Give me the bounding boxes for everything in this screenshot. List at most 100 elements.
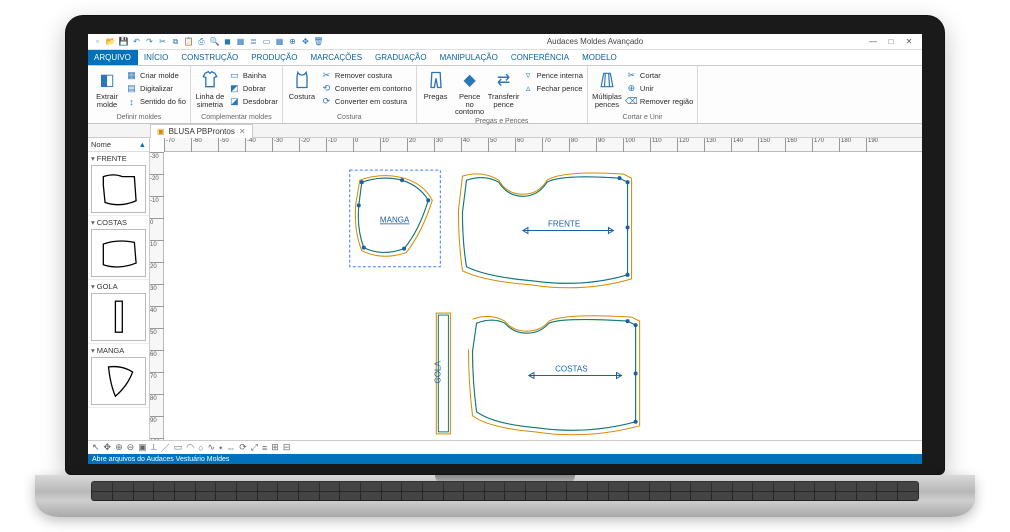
zoom-fit-tool[interactable]: ▣ [138,442,147,453]
piece-manga[interactable]: MANGA [350,170,441,267]
file-icon: ▣ [157,127,165,136]
ribbon-tabs: ARQUIVOINÍCIOCONSTRUÇÃOPRODUÇÃOMARCAÇÕES… [88,50,922,66]
tab-modelo[interactable]: MODELO [576,50,624,65]
close-tab-icon[interactable]: ✕ [239,127,246,136]
ungroup-tool[interactable]: ⊟ [283,442,291,453]
digitalizar-button[interactable]: ▤Digitalizar [126,82,186,95]
unir-button[interactable]: ⊕Unir [626,82,693,95]
extrair-molde-button[interactable]: ◧ Extrair molde [92,69,122,112]
color-icon[interactable]: ◼ [222,36,233,47]
sentido-fio-button[interactable]: ↕Sentido do fio [126,95,186,108]
curve-tool[interactable]: ∿ [208,442,216,453]
ruler-icon[interactable]: ▭ [261,36,272,47]
tab-marcações[interactable]: MARCAÇÕES [304,50,369,65]
zoom-out-tool[interactable]: ⊖ [127,442,135,453]
desdobrar-button[interactable]: ◪Desdobrar [229,95,278,108]
tab-construção[interactable]: CONSTRUÇÃO [175,50,245,65]
group-tool[interactable]: ⊞ [271,442,279,453]
pregas-button[interactable]: Pregas [421,69,451,116]
fechar-pence-button[interactable]: ▵Fechar pence [523,82,583,95]
maximize-button[interactable]: □ [884,37,898,46]
twisty-icon[interactable]: ▾ [91,154,95,163]
part-thumbnail[interactable] [91,165,146,213]
tab-manipulação[interactable]: MANIPULAÇÃO [434,50,505,65]
file-new-icon[interactable]: ▫ [92,36,103,47]
pan-tool[interactable]: ✥ [104,442,112,453]
file-open-icon[interactable]: 📂 [105,36,116,47]
zoom-icon[interactable]: ⊕ [287,36,298,47]
converter-contorno-button[interactable]: ⟲Converter em contorno [321,82,412,95]
sidebar-item-costas[interactable]: ▾COSTAS [88,216,149,280]
sidebar-item-frente[interactable]: ▾FRENTE [88,152,149,216]
costura-button[interactable]: Costura [287,69,317,112]
layer-icon[interactable]: ≣ [248,36,259,47]
transferir-pence-button[interactable]: ⇄ Transferir pence [489,69,519,116]
mirror-tool[interactable]: ⇔ [226,443,235,453]
point-tool[interactable]: • [219,443,222,453]
line-tool[interactable]: ／ [161,441,170,454]
select-tool[interactable]: ↖ [92,442,100,453]
workspace: Nome ▲ ▾FRENTE▾COSTAS▾GOLA▾MANGA -70-60-… [88,138,922,454]
minimize-button[interactable]: — [866,37,880,46]
rect-tool[interactable]: ▭ [174,442,183,453]
piece-gola[interactable]: GOLA [433,313,450,434]
trash-icon[interactable]: 🗑 [313,36,324,47]
save-icon[interactable]: 💾 [118,36,129,47]
part-thumbnail[interactable] [91,229,146,277]
sort-icon[interactable]: ▲ [139,140,146,149]
multiplas-pences-button[interactable]: Múltiplas pences [592,69,622,112]
search-icon[interactable]: 🔍 [209,36,220,47]
cut-icon[interactable]: ✂ [157,36,168,47]
twisty-icon[interactable]: ▾ [91,282,95,291]
converter-costura-button[interactable]: ⟳Converter em costura [321,95,412,108]
tab-graduação[interactable]: GRADUAÇÃO [369,50,434,65]
ruler-tick: 0 [150,218,164,226]
linha-simetria-button[interactable]: Linha de simetria [195,69,225,112]
dobrar-button[interactable]: ◩Dobrar [229,82,278,95]
tab-início[interactable]: INÍCIO [138,50,175,65]
align-tool[interactable]: ≡ [262,443,267,453]
paste-icon[interactable]: 📋 [183,36,194,47]
cortar-button[interactable]: ✂Cortar [626,69,693,82]
bainha-button[interactable]: ▭Bainha [229,69,278,82]
copy-icon[interactable]: ⧉ [170,36,181,47]
rotate-tool[interactable]: ⟳ [239,442,247,453]
arc-tool[interactable]: ◠ [186,442,194,453]
ruler-tick: 160 [785,138,797,152]
piece-frente[interactable]: FRENTE [458,173,631,288]
close-button[interactable]: ✕ [902,37,916,46]
part-thumbnail[interactable] [91,357,146,405]
sidebar-header: Nome ▲ [88,138,149,152]
redo-icon[interactable]: ↷ [144,36,155,47]
print-icon[interactable]: ⎙ [196,36,207,47]
tab-conferência[interactable]: CONFERÊNCIA [505,50,576,65]
part-name: MANGA [97,346,125,355]
document-tab[interactable]: ▣ BLUSA PBProntos ✕ [150,124,253,138]
scale-tool[interactable]: ⤢ [251,442,258,453]
grid-icon[interactable]: ▦ [274,36,285,47]
pants-icon [425,69,447,91]
part-name: FRENTE [97,154,127,163]
sidebar-item-gola[interactable]: ▾GOLA [88,280,149,344]
remover-regiao-button[interactable]: ⌫Remover região [626,95,693,108]
tab-arquivo[interactable]: ARQUIVO [88,50,138,65]
tab-produção[interactable]: PRODUÇÃO [245,50,304,65]
sidebar-item-manga[interactable]: ▾MANGA [88,344,149,408]
zoom-in-tool[interactable]: ⊕ [115,442,123,453]
piece-costas[interactable]: COSTAS [469,316,640,435]
twisty-icon[interactable]: ▾ [91,218,95,227]
pattern-icon[interactable]: ▦ [235,36,246,47]
pence-contorno-button[interactable]: ◆ Pence no contorno [455,69,485,116]
pan-icon[interactable]: ✥ [300,36,311,47]
remover-costura-button[interactable]: ✂Remover costura [321,69,412,82]
ruler-tick: 40 [150,306,164,314]
pence-interna-button[interactable]: ▿Pence interna [523,69,583,82]
undo-icon[interactable]: ↶ [131,36,142,47]
twisty-icon[interactable]: ▾ [91,346,95,355]
criar-molde-button[interactable]: ▦Criar molde [126,69,186,82]
part-thumbnail[interactable] [91,293,146,341]
drawing-canvas[interactable]: MANGA FRENTE [164,152,922,454]
measure-tool[interactable]: ⟂ [151,442,157,453]
hem-icon: ▭ [229,70,240,81]
circle-tool[interactable]: ○ [198,443,203,453]
